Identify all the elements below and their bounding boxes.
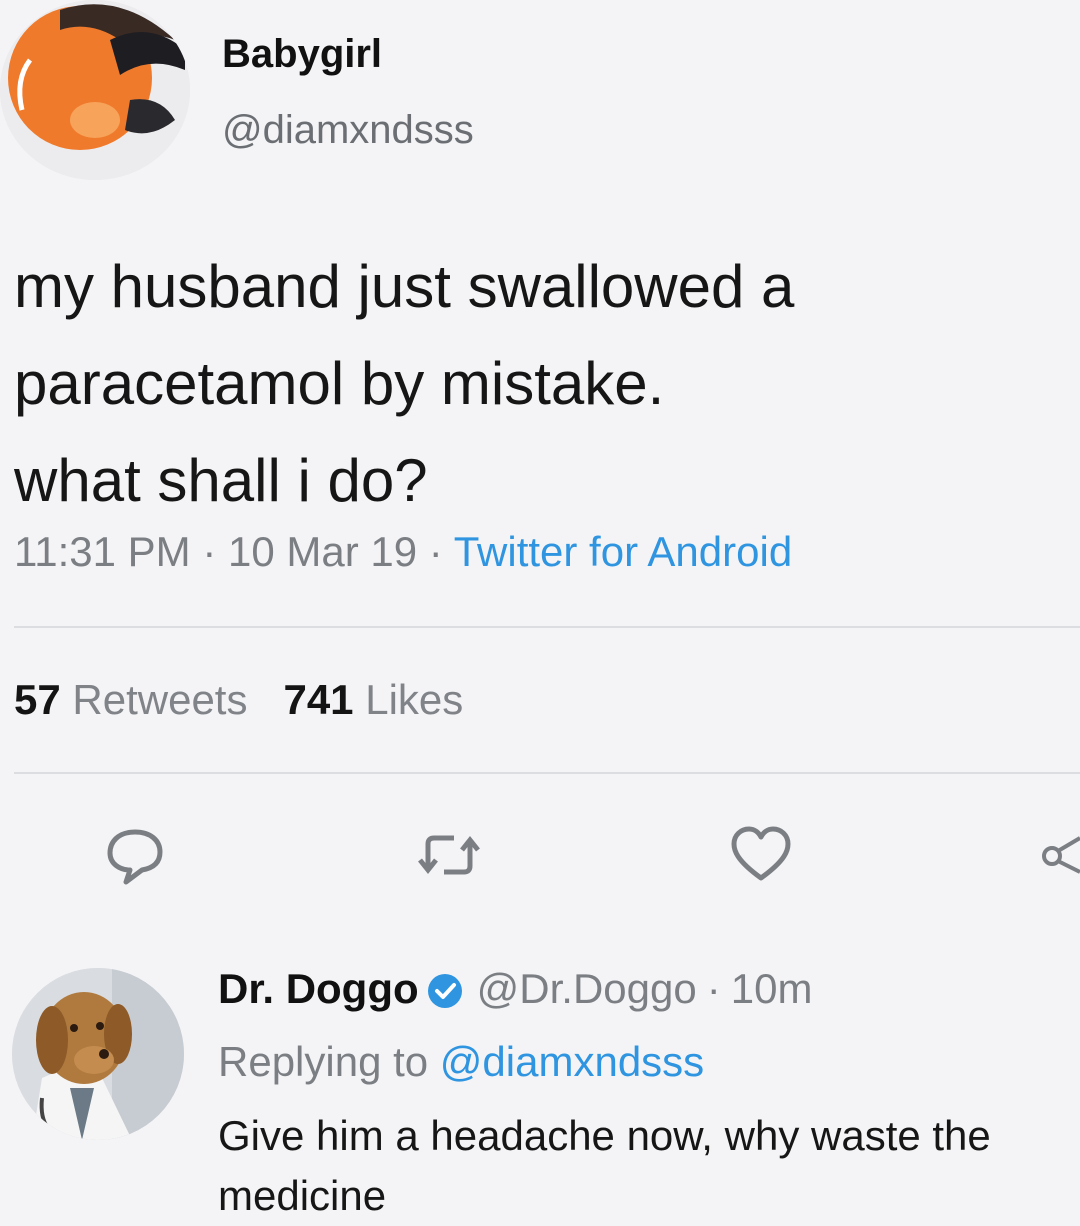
divider [14,626,1080,628]
tweet-text-line: my husband just swallowed a [14,253,795,320]
replying-to-label: Replying to [218,1038,429,1085]
meta-separator: · [202,528,217,575]
retweets-stat[interactable]: 57 Retweets [14,676,247,723]
tweet-source-link[interactable]: Twitter for Android [454,528,792,575]
tweet-text-line: paracetamol by mistake. [14,350,665,417]
retweet-icon[interactable] [414,820,484,890]
likes-stat[interactable]: 741 Likes [283,676,463,723]
likes-count: 741 [283,676,354,723]
reply-author-avatar[interactable] [12,968,184,1140]
tweet-time: 11:31 PM [14,528,191,575]
tweet-card: Babygirl @diamxndsss my husband just swa… [0,0,1080,1219]
like-icon[interactable] [726,820,796,890]
replying-to-mention[interactable]: @diamxndsss [440,1038,704,1085]
tweet-date[interactable]: 10 Mar 19 [228,528,417,575]
author-avatar[interactable] [0,0,190,180]
tweet-text: my husband just swallowed a paracetamol … [14,238,1054,529]
meta-separator: · [428,528,443,575]
meta-separator: · [706,965,721,1012]
reply-author-name[interactable]: Dr. Doggo [218,965,419,1013]
replying-to: Replying to @diamxndsss [218,1038,704,1086]
author-name[interactable]: Babygirl [222,32,382,77]
retweets-count: 57 [14,676,61,723]
reply-author-handle[interactable]: @Dr.Doggo [477,965,697,1013]
tweet-text-line: what shall i do? [14,447,428,514]
verified-badge-icon [427,971,463,1008]
tweet-meta: 11:31 PM · 10 Mar 19 · Twitter for Andro… [14,528,792,576]
reply-text-line: medicine [218,1172,387,1219]
author-handle[interactable]: @diamxndsss [222,108,474,153]
reply-icon[interactable] [100,820,170,890]
reply-time[interactable]: 10m [731,965,813,1013]
reply-text-line: Give him a headache now, why waste the [218,1112,991,1159]
tweet-stats: 57 Retweets 741 Likes [14,676,463,724]
likes-label: Likes [365,676,464,723]
reply-header: Dr. Doggo @Dr.Doggo · 10m [218,965,812,1013]
share-icon[interactable] [1040,820,1080,890]
retweets-label: Retweets [72,676,248,723]
reply-text: Give him a headache now, why waste the m… [218,1106,1080,1226]
divider [14,772,1080,774]
